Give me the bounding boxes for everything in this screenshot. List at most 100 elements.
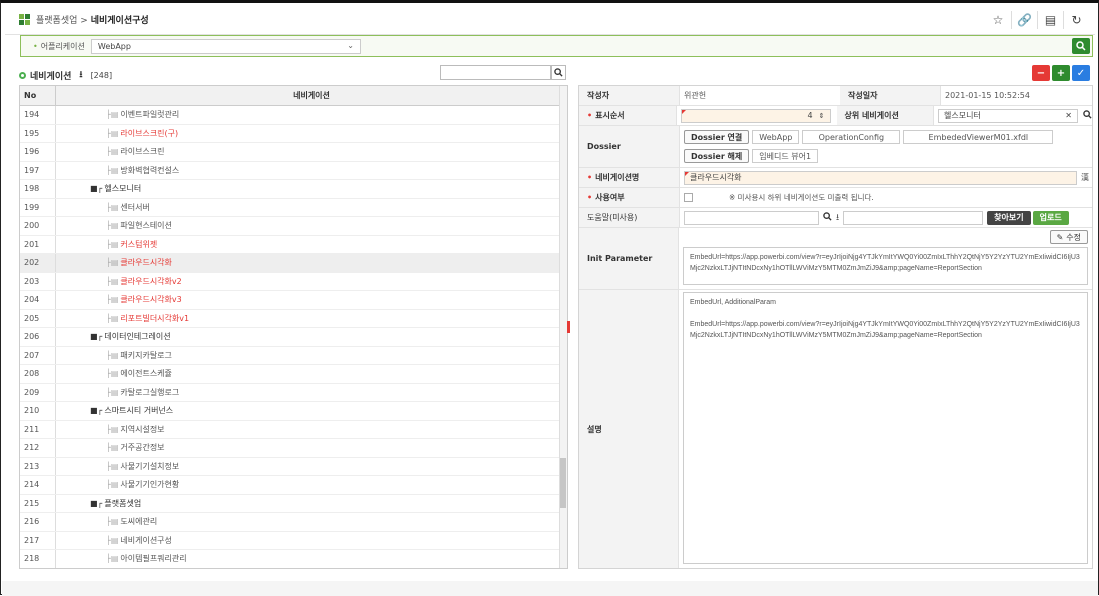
tree-node[interactable]: ■┌ 헬스모니터 bbox=[56, 180, 567, 198]
tree-node[interactable]: ├▤ 거주공간정보 bbox=[56, 439, 567, 457]
star-icon[interactable]: ☆ bbox=[985, 11, 1011, 29]
clear-icon[interactable]: ✕ bbox=[1065, 111, 1072, 120]
breadcrumb-parent[interactable]: 플랫폼셋업 bbox=[36, 16, 77, 26]
table-row[interactable]: 210 ■┌ 스마트시티 거버넌스 bbox=[20, 402, 567, 421]
delete-button[interactable]: − bbox=[1032, 65, 1050, 81]
use-checkbox[interactable] bbox=[684, 193, 693, 202]
tree-node[interactable]: ├▤ 도씨에관리 bbox=[56, 513, 567, 531]
tree-node[interactable]: ├▤ 리포트빌더시각화v1 bbox=[56, 310, 567, 328]
table-row[interactable]: 209 ├▤ 카탈로그실행로그 bbox=[20, 383, 567, 402]
row-number: 199 bbox=[20, 198, 56, 216]
dossier-connect-button[interactable]: Dossier 연결 bbox=[684, 130, 750, 144]
order-stepper[interactable]: 4 ⇕ bbox=[680, 108, 831, 123]
table-row[interactable]: 199 ├▤ 센터서버 bbox=[20, 198, 567, 217]
table-row[interactable]: 196 ├▤ 라이브스크린 bbox=[20, 143, 567, 162]
browse-button[interactable]: 찾아보기 bbox=[987, 210, 1031, 225]
help-search-icon[interactable] bbox=[823, 212, 832, 223]
tree-node[interactable]: ├▤ 사물기기설치정보 bbox=[56, 458, 567, 476]
table-row[interactable]: 218 ├▤ 아이템필프쿼리관리 bbox=[20, 550, 567, 568]
translate-icon[interactable]: 漢 bbox=[1081, 172, 1089, 183]
tree-node[interactable]: ├▤ 사물기기인가현황 bbox=[56, 476, 567, 494]
save-button[interactable]: ✓ bbox=[1072, 65, 1090, 81]
leaf-node-icon: ├▤ bbox=[106, 480, 119, 490]
chat-icon[interactable]: ▤ bbox=[1037, 11, 1063, 29]
tree-node[interactable]: ├▤ 클라우드시각화v3 bbox=[56, 291, 567, 309]
dossier-release-button[interactable]: Dossier 해제 bbox=[684, 149, 750, 163]
tree-node[interactable]: ├▤ 패키지카탈로그 bbox=[56, 347, 567, 365]
table-row[interactable]: 197 ├▤ 방화벽협력컨설스 bbox=[20, 161, 567, 180]
navigation-search-button[interactable] bbox=[551, 65, 566, 80]
table-row[interactable]: 211 ├▤ 지역시설정보 bbox=[20, 420, 567, 439]
tree-node[interactable]: ├▤ 방화벽협력컨설스 bbox=[56, 162, 567, 180]
tree-node[interactable]: ├▤ 아이템필프쿼리관리 bbox=[56, 550, 567, 568]
table-row[interactable]: 214 ├▤ 사물기기인가현황 bbox=[20, 476, 567, 495]
table-row[interactable]: 208 ├▤ 에이전트스케쥴 bbox=[20, 365, 567, 384]
tree-node[interactable]: ├▤ 파일현스테이션 bbox=[56, 217, 567, 235]
breadcrumb: 플랫폼셋업 > 네비게이션구성 bbox=[36, 13, 149, 26]
tree-node[interactable]: ■┌ 데이터인테그레이션 bbox=[56, 328, 567, 346]
pane-splitter-handle[interactable] bbox=[567, 321, 570, 333]
tree-node[interactable]: ├▤ 라이브스크린 bbox=[56, 143, 567, 161]
grid-scrollbar[interactable] bbox=[559, 86, 567, 568]
table-row[interactable]: 205 ├▤ 리포트빌더시각화v1 bbox=[20, 309, 567, 328]
tree-node-label: 사물기기인가현황 bbox=[120, 480, 180, 490]
table-row[interactable]: 200 ├▤ 파일현스테이션 bbox=[20, 217, 567, 236]
tree-node-label: 패키지카탈로그 bbox=[120, 350, 172, 360]
description-textarea[interactable]: EmbedUrl, AdditionalParam EmbedUrl=https… bbox=[683, 292, 1088, 564]
table-row[interactable]: 198 ■┌ 헬스모니터 bbox=[20, 180, 567, 199]
application-label: 어플리케이션 bbox=[33, 41, 85, 52]
download-icon[interactable]: ⭳ bbox=[79, 67, 82, 83]
grid-scrollbar-thumb[interactable] bbox=[560, 458, 566, 508]
help-file-input[interactable] bbox=[684, 210, 819, 225]
upload-button[interactable]: 업로드 bbox=[1032, 210, 1069, 225]
table-row[interactable]: 194 ├▤ 이벤트파일럿관리 bbox=[20, 106, 567, 125]
table-row[interactable]: 206 ■┌ 데이터인테그레이션 bbox=[20, 328, 567, 347]
add-button[interactable]: + bbox=[1052, 65, 1070, 81]
table-row[interactable]: 204 ├▤ 클라우드시각화v3 bbox=[20, 291, 567, 310]
parent-nav-search-icon[interactable] bbox=[1083, 110, 1092, 121]
application-select[interactable]: WebApp ⌄ bbox=[90, 38, 361, 54]
download-icon[interactable]: ⭳ bbox=[836, 210, 839, 226]
edit-button[interactable]: ✎ 수정 bbox=[1049, 230, 1088, 244]
tree-node[interactable]: ├▤ 클라우드시각화 bbox=[56, 254, 567, 272]
leaf-node-icon: ├▤ bbox=[106, 424, 119, 434]
row-order: 표시순서 4 ⇕ 상위 네비게이션 헬스모니터 ✕ bbox=[579, 106, 1092, 126]
tree-node[interactable]: ■┌ 플랫폼셋업 bbox=[56, 495, 567, 513]
tree-node[interactable]: ├▤ 이벤트파일럿관리 bbox=[56, 106, 567, 124]
table-row[interactable]: 216 ├▤ 도씨에관리 bbox=[20, 513, 567, 532]
tree-node[interactable]: ├▤ 카탈로그실행로그 bbox=[56, 384, 567, 402]
table-row[interactable]: 201 ├▤ 커스텀위젯 bbox=[20, 235, 567, 254]
tree-node[interactable]: ├▤ 클라우드시각화v2 bbox=[56, 273, 567, 291]
table-row[interactable]: 212 ├▤ 거주공간정보 bbox=[20, 439, 567, 458]
tree-node[interactable]: ├▤ 지역시설정보 bbox=[56, 421, 567, 439]
table-row[interactable]: 207 ├▤ 패키지카탈로그 bbox=[20, 346, 567, 365]
row-number: 205 bbox=[20, 309, 56, 327]
leaf-node-icon: ├▤ bbox=[106, 147, 119, 157]
table-row[interactable]: 217 ├▤ 네비게이션구성 bbox=[20, 531, 567, 550]
tree-node[interactable]: ├▤ 에이전트스케쥴 bbox=[56, 365, 567, 383]
tree-node[interactable]: ├▤ 센터서버 bbox=[56, 199, 567, 217]
refresh-icon[interactable]: ↻ bbox=[1063, 11, 1089, 29]
table-row[interactable]: 203 ├▤ 클라우드시각화v2 bbox=[20, 272, 567, 291]
navigation-search-input[interactable] bbox=[440, 65, 551, 80]
row-number: 194 bbox=[20, 106, 56, 124]
parent-nav-field[interactable]: 헬스모니터 ✕ bbox=[938, 108, 1078, 123]
link-icon[interactable]: 🔗 bbox=[1011, 11, 1037, 29]
tree-node-label: 클라우드시각화v2 bbox=[120, 276, 182, 286]
application-search-button[interactable] bbox=[1072, 38, 1090, 54]
tree-node[interactable]: ■┌ 스마트시티 거버넌스 bbox=[56, 402, 567, 420]
table-row[interactable]: 215 ■┌ 플랫폼셋업 bbox=[20, 494, 567, 513]
folder-node-icon: ■┌ bbox=[90, 498, 103, 508]
column-header-navigation[interactable]: 네비게이션 bbox=[56, 86, 567, 105]
tree-node[interactable]: ├▤ 네비게이션구성 bbox=[56, 532, 567, 550]
init-param-textarea[interactable]: EmbedUrl=https://app.powerbi.com/view?r=… bbox=[683, 247, 1088, 285]
tree-node[interactable]: ├▤ 커스텀위젯 bbox=[56, 236, 567, 254]
table-row[interactable]: 195 ├▤ 라이브스크린(구) bbox=[20, 124, 567, 143]
stepper-arrows-icon[interactable]: ⇕ bbox=[819, 112, 825, 120]
tree-node[interactable]: ├▤ 라이브스크린(구) bbox=[56, 125, 567, 143]
column-header-no[interactable]: No bbox=[20, 86, 56, 105]
row-number: 209 bbox=[20, 383, 56, 401]
table-row[interactable]: 202 ├▤ 클라우드시각화 bbox=[20, 254, 567, 273]
table-row[interactable]: 213 ├▤ 사물기기설치정보 bbox=[20, 457, 567, 476]
nav-name-input[interactable]: 클라우드시각화 bbox=[684, 170, 1077, 185]
